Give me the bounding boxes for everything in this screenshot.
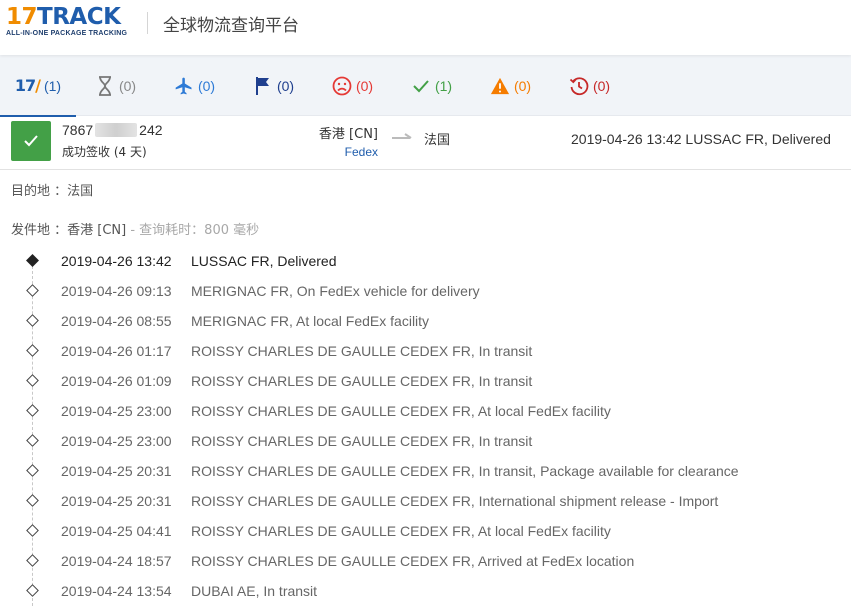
tab-count: (1) [434, 77, 453, 94]
header-divider [147, 12, 148, 34]
destination-label: 目的地 ： [11, 184, 68, 199]
event-description: ROISSY CHARLES DE GAULLE CEDEX FR, At lo… [191, 403, 611, 419]
event-description: DUBAI AE, In transit [191, 583, 318, 599]
delivered-status-icon [11, 121, 51, 161]
event-time: 2019-04-25 20:31 [61, 493, 172, 509]
query-time: - 查询耗时：800 毫秒 [126, 223, 260, 238]
logo-wordmark: TRACK [37, 4, 121, 30]
timeline-event: 2019-04-25 04:41 ROISSY CHARLES DE GAULL… [0, 516, 851, 546]
delivery-status: 成功签收 (4 天) [62, 145, 147, 159]
event-description: LUSSAC FR, Delivered [191, 253, 337, 269]
checkmark-icon [411, 76, 431, 96]
event-description: ROISSY CHARLES DE GAULLE CEDEX FR, In tr… [191, 463, 739, 479]
destination-country: 法国 [424, 133, 451, 148]
page-title: 全球物流查询平台 [163, 16, 299, 36]
event-time: 2019-04-26 13:42 [61, 253, 172, 269]
17track-logo-icon: 17/ [14, 76, 41, 95]
diamond-icon [26, 374, 39, 387]
timeline-event: 2019-04-26 08:55 MERIGNAC FR, At local F… [0, 306, 851, 336]
carrier-link[interactable]: Fedex [319, 145, 378, 159]
tab-all[interactable]: 17/ (1) [0, 55, 76, 117]
event-time: 2019-04-24 13:54 [61, 583, 172, 599]
logo-tagline: ALL-IN-ONE PACKAGE TRACKING [6, 30, 128, 37]
timeline-event: 2019-04-25 20:31 ROISSY CHARLES DE GAULL… [0, 456, 851, 486]
event-description: ROISSY CHARLES DE GAULLE CEDEX FR, In tr… [191, 433, 533, 449]
route-arrow-icon [391, 130, 413, 145]
diamond-icon [26, 434, 39, 447]
hourglass-icon [95, 75, 115, 96]
destination-info: 目的地 ：法国 [11, 180, 93, 199]
origin-value: 香港 [CN] [67, 223, 127, 238]
tab-delivered[interactable]: (1) [392, 55, 471, 116]
event-description: MERIGNAC FR, On FedEx vehicle for delive… [191, 283, 480, 299]
origin-country: 香港 [CN] [318, 127, 378, 142]
event-description: ROISSY CHARLES DE GAULLE CEDEX FR, In tr… [191, 373, 533, 389]
diamond-icon [26, 404, 39, 417]
tab-count: (0) [118, 77, 137, 94]
diamond-icon [26, 584, 39, 597]
diamond-icon [26, 464, 39, 477]
warning-icon [490, 76, 510, 96]
17track-logo[interactable]: 17 TRACK ALL-IN-ONE PACKAGE TRACKING [6, 5, 136, 41]
event-time: 2019-04-26 01:17 [61, 343, 172, 359]
event-time: 2019-04-25 20:31 [61, 463, 172, 479]
origin-label: 发件地 ： [11, 223, 68, 238]
history-icon [569, 76, 589, 96]
event-description: ROISSY CHARLES DE GAULLE CEDEX FR, Arriv… [191, 553, 635, 569]
tab-count: (0) [355, 77, 374, 94]
tracking-number-prefix: 7867 [62, 122, 94, 138]
diamond-icon [26, 344, 39, 357]
top-header: 17 TRACK ALL-IN-ONE PACKAGE TRACKING 全球物… [0, 0, 851, 55]
origin-info: 发件地 ：香港 [CN] - 查询耗时：800 毫秒 [11, 219, 259, 238]
tab-in-transit[interactable]: (0) [155, 55, 234, 116]
tracking-summary-row[interactable]: 7867 242 成功签收 (4 天) 香港 [CN] Fedex 法国 201… [0, 116, 851, 170]
tab-count: (0) [513, 77, 532, 94]
tab-count: (0) [592, 77, 611, 94]
event-description: ROISSY CHARLES DE GAULLE CEDEX FR, In tr… [191, 343, 533, 359]
origin-block: 香港 [CN] Fedex [319, 123, 378, 159]
airplane-icon [174, 76, 194, 96]
tab-count: (0) [276, 77, 295, 94]
event-time: 2019-04-26 08:55 [61, 313, 172, 329]
diamond-icon [26, 314, 39, 327]
flag-icon [253, 76, 273, 96]
diamond-icon [26, 554, 39, 567]
tab-not-found[interactable]: (0) [76, 55, 155, 116]
tab-alert[interactable]: (0) [471, 55, 550, 116]
destination-value: 法国 [67, 184, 94, 199]
event-description: MERIGNAC FR, At local FedEx facility [191, 313, 430, 329]
redacted-digits [95, 123, 138, 137]
timeline-event: 2019-04-26 01:17 ROISSY CHARLES DE GAULL… [0, 336, 851, 366]
event-time: 2019-04-25 04:41 [61, 523, 172, 539]
tab-undelivered[interactable]: (0) [313, 55, 392, 116]
tab-count: (1) [43, 77, 62, 94]
diamond-icon [26, 494, 39, 507]
tracking-number-suffix: 242 [139, 122, 163, 138]
event-time: 2019-04-26 01:09 [61, 373, 172, 389]
diamond-icon [26, 524, 39, 537]
timeline-event: 2019-04-24 18:57 ROISSY CHARLES DE GAULL… [0, 546, 851, 576]
tab-expired[interactable]: (0) [550, 55, 629, 116]
event-description: ROISSY CHARLES DE GAULLE CEDEX FR, Inter… [191, 493, 719, 509]
tracking-number[interactable]: 7867 242 [62, 122, 163, 138]
event-time: 2019-04-25 23:00 [61, 403, 172, 419]
timeline-event: 2019-04-26 09:13 MERIGNAC FR, On FedEx v… [0, 276, 851, 306]
timeline-event: 2019-04-26 13:42 LUSSAC FR, Delivered [0, 246, 851, 276]
event-time: 2019-04-25 23:00 [61, 433, 172, 449]
logo-number: 17 [6, 4, 38, 30]
timeline-event: 2019-04-25 20:31 ROISSY CHARLES DE GAULL… [0, 486, 851, 516]
tab-count: (0) [197, 77, 216, 94]
event-description: ROISSY CHARLES DE GAULLE CEDEX FR, At lo… [191, 523, 611, 539]
status-filter-tabs: 17/ (1) (0) (0) (0) (0) (1) (0) (0) [0, 55, 851, 117]
timeline-event: 2019-04-25 23:00 ROISSY CHARLES DE GAULL… [0, 396, 851, 426]
diamond-filled-icon [26, 254, 39, 267]
latest-event: 2019-04-26 13:42 LUSSAC FR, Delivered [571, 131, 831, 147]
event-time: 2019-04-26 09:13 [61, 283, 172, 299]
diamond-icon [26, 284, 39, 297]
timeline-event: 2019-04-26 01:09 ROISSY CHARLES DE GAULL… [0, 366, 851, 396]
sad-face-icon [332, 76, 352, 96]
tab-pick-up[interactable]: (0) [234, 55, 313, 116]
event-time: 2019-04-24 18:57 [61, 553, 172, 569]
timeline-event: 2019-04-25 23:00 ROISSY CHARLES DE GAULL… [0, 426, 851, 456]
